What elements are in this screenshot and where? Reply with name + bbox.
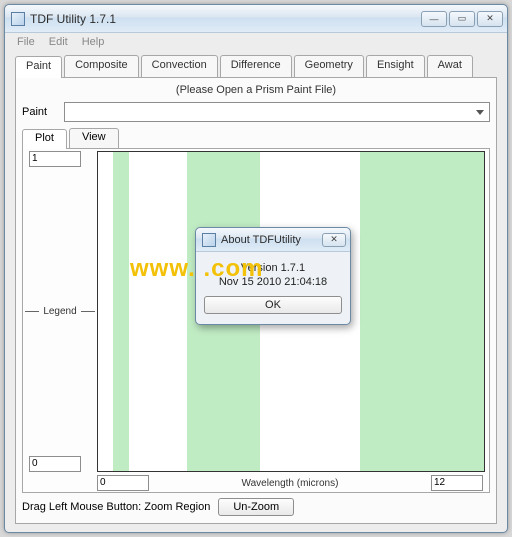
menu-help[interactable]: Help: [76, 35, 111, 49]
legend-label: Legend: [43, 306, 76, 317]
maximize-button[interactable]: ▭: [449, 11, 475, 27]
unzoom-button[interactable]: Un-Zoom: [218, 498, 294, 516]
app-icon: [202, 233, 216, 247]
tab-geometry[interactable]: Geometry: [294, 55, 364, 77]
menu-file[interactable]: File: [11, 35, 41, 49]
paint-select[interactable]: [64, 102, 490, 122]
tab-convection[interactable]: Convection: [141, 55, 218, 77]
tab-paint[interactable]: Paint: [15, 56, 62, 78]
window-title: TDF Utility 1.7.1: [30, 12, 116, 26]
x-max-input[interactable]: 12: [431, 475, 483, 491]
about-version: Version 1.7.1: [204, 262, 342, 274]
about-titlebar[interactable]: About TDFUtility ✕: [196, 228, 350, 252]
menubar: File Edit Help: [5, 33, 507, 51]
about-dialog: About TDFUtility ✕ Version 1.7.1 Nov 15 …: [195, 227, 351, 325]
app-icon: [11, 12, 25, 26]
zoom-hint: Drag Left Mouse Button: Zoom Region: [22, 501, 210, 513]
titlebar[interactable]: TDF Utility 1.7.1 — ▭ ✕: [5, 5, 507, 33]
x-axis-label: Wavelength (microns): [149, 478, 431, 489]
tab-difference[interactable]: Difference: [220, 55, 292, 77]
about-close-button[interactable]: ✕: [322, 233, 346, 247]
chart-band: [113, 152, 128, 471]
chart-band: [360, 152, 484, 471]
x-min-input[interactable]: 0: [97, 475, 149, 491]
menu-edit[interactable]: Edit: [43, 35, 74, 49]
about-date: Nov 15 2010 21:04:18: [204, 276, 342, 288]
about-ok-button[interactable]: OK: [204, 296, 342, 314]
y-axis-column: 1 Legend 0: [23, 149, 97, 474]
sub-tab-plot[interactable]: Plot: [22, 129, 67, 149]
y-min-input[interactable]: 0: [29, 456, 81, 472]
close-button[interactable]: ✕: [477, 11, 503, 27]
tab-ensight[interactable]: Ensight: [366, 55, 425, 77]
main-tabs: Paint Composite Convection Difference Ge…: [15, 55, 497, 77]
legend-line-icon: [81, 311, 95, 312]
sub-tab-view[interactable]: View: [69, 128, 119, 148]
paint-label: Paint: [22, 106, 58, 118]
legend: Legend: [25, 306, 94, 317]
tab-composite[interactable]: Composite: [64, 55, 139, 77]
sub-tabs: Plot View: [22, 128, 490, 148]
open-file-hint: (Please Open a Prism Paint File): [22, 82, 490, 102]
about-title: About TDFUtility: [221, 234, 301, 246]
legend-line-icon: [25, 311, 39, 312]
main-window: TDF Utility 1.7.1 — ▭ ✕ File Edit Help P…: [4, 4, 508, 533]
tab-awat[interactable]: Awat: [427, 55, 473, 77]
minimize-button[interactable]: —: [421, 11, 447, 27]
y-max-input[interactable]: 1: [29, 151, 81, 167]
